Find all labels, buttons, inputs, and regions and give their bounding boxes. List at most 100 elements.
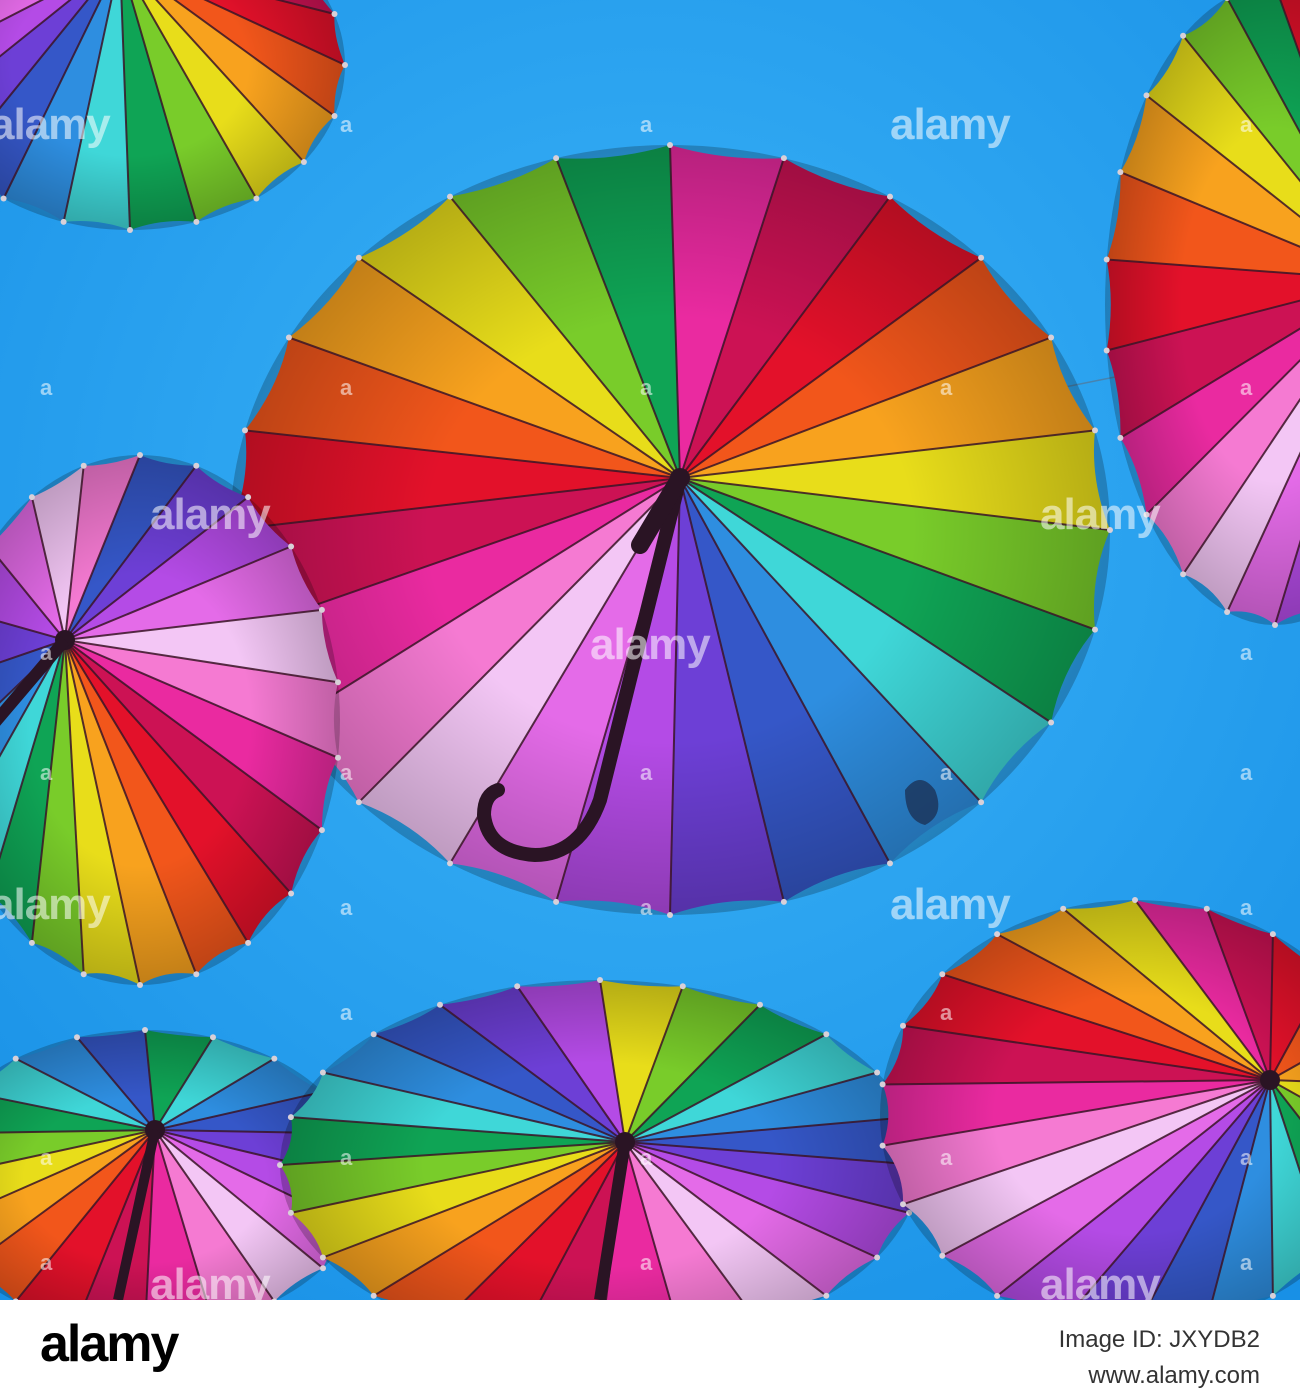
rib-tip bbox=[335, 755, 341, 761]
rib-tip bbox=[193, 971, 199, 977]
rib-tip bbox=[245, 940, 251, 946]
rib-tip bbox=[271, 1056, 277, 1062]
rib-tip bbox=[823, 1293, 829, 1299]
rib-tip bbox=[514, 983, 520, 989]
rib-tip bbox=[74, 1034, 80, 1040]
rib-tip bbox=[29, 940, 35, 946]
rib-tip bbox=[447, 860, 453, 866]
umbrella-photo bbox=[0, 0, 1300, 1300]
rib-tip bbox=[447, 194, 453, 200]
rib-tip bbox=[1272, 622, 1278, 628]
rib-tip bbox=[245, 494, 251, 500]
umbrella-scene bbox=[0, 0, 1300, 1300]
rib-tip bbox=[142, 1027, 148, 1033]
rib-tip bbox=[335, 679, 341, 685]
rib-tip bbox=[1270, 1293, 1276, 1299]
rib-tip bbox=[1104, 257, 1110, 263]
rib-tip bbox=[978, 255, 984, 261]
rib-tip bbox=[1180, 33, 1186, 39]
rib-tip bbox=[1117, 169, 1123, 175]
rib-tip bbox=[13, 1056, 19, 1062]
rib-tip bbox=[356, 255, 362, 261]
center-umbrella bbox=[227, 142, 1113, 918]
rib-tip bbox=[437, 1002, 443, 1008]
rib-tip bbox=[757, 1002, 763, 1008]
rib-tip bbox=[288, 1210, 294, 1216]
image-id-label: Image ID: JXYDB2 bbox=[1059, 1322, 1260, 1358]
rib-tip bbox=[1, 196, 7, 202]
rib-tip bbox=[1060, 906, 1066, 912]
rib-tip bbox=[319, 607, 325, 613]
rib-tip bbox=[553, 899, 559, 905]
rib-tip bbox=[597, 977, 603, 983]
rib-tip bbox=[994, 931, 1000, 937]
rib-tip bbox=[288, 891, 294, 897]
rib-tip bbox=[1132, 897, 1138, 903]
rib-tip bbox=[137, 452, 143, 458]
rib-tip bbox=[210, 1034, 216, 1040]
image-id-block: Image ID: JXYDB2 www.alamy.com bbox=[1059, 1322, 1260, 1394]
rib-tip bbox=[319, 827, 325, 833]
rib-tip bbox=[301, 159, 307, 165]
rib-tip bbox=[81, 971, 87, 977]
rib-tip bbox=[1107, 527, 1113, 533]
rib-tip bbox=[193, 219, 199, 225]
rib-tip bbox=[880, 1143, 886, 1149]
rib-tip bbox=[823, 1031, 829, 1037]
rib-tip bbox=[1270, 931, 1276, 937]
rib-tip bbox=[887, 194, 893, 200]
rib-tip bbox=[680, 983, 686, 989]
rib-tip bbox=[781, 899, 787, 905]
rib-tip bbox=[277, 1162, 283, 1168]
rib-tip bbox=[371, 1031, 377, 1037]
rib-tip bbox=[1180, 571, 1186, 577]
rib-tip bbox=[939, 971, 945, 977]
rib-tip bbox=[994, 1293, 1000, 1299]
rib-tip bbox=[1144, 512, 1150, 518]
rib-tip bbox=[332, 113, 338, 119]
image-url: www.alamy.com bbox=[1059, 1358, 1260, 1394]
rib-tip bbox=[137, 982, 143, 988]
rib-tip bbox=[553, 155, 559, 161]
rib-tip bbox=[1048, 335, 1054, 341]
rib-tip bbox=[356, 799, 362, 805]
rib-tip bbox=[1144, 92, 1150, 98]
rib-tip bbox=[874, 1255, 880, 1261]
rib-tip bbox=[887, 860, 893, 866]
rib-tip bbox=[1104, 348, 1110, 354]
rib-tip bbox=[900, 1201, 906, 1207]
rib-tip bbox=[320, 1255, 326, 1261]
rib-tip bbox=[781, 155, 787, 161]
rib-tip bbox=[1117, 435, 1123, 441]
alamy-logo: alamy bbox=[40, 1314, 177, 1374]
rib-tip bbox=[253, 196, 259, 202]
rib-tip bbox=[288, 1114, 294, 1120]
rib-tip bbox=[371, 1293, 377, 1299]
rib-tip bbox=[342, 62, 348, 68]
rib-tip bbox=[286, 335, 292, 341]
rib-tip bbox=[1204, 906, 1210, 912]
rib-tip bbox=[880, 1081, 886, 1087]
rib-tip bbox=[61, 219, 67, 225]
rib-tip bbox=[667, 142, 673, 148]
rib-tip bbox=[939, 1253, 945, 1259]
rib-tip bbox=[127, 227, 133, 233]
rib-tip bbox=[1092, 627, 1098, 633]
hub bbox=[1260, 1070, 1280, 1090]
rib-tip bbox=[1224, 609, 1230, 615]
rib-tip bbox=[978, 799, 984, 805]
rib-tip bbox=[332, 11, 338, 17]
rib-tip bbox=[874, 1070, 880, 1076]
rib-tip bbox=[320, 1070, 326, 1076]
rib-tip bbox=[1092, 427, 1098, 433]
rib-tip bbox=[667, 912, 673, 918]
rib-tip bbox=[81, 463, 87, 469]
rib-tip bbox=[242, 427, 248, 433]
rib-tip bbox=[288, 544, 294, 550]
rib-tip bbox=[900, 1023, 906, 1029]
rib-tip bbox=[320, 1265, 326, 1271]
footer-bar: alamy Image ID: JXYDB2 www.alamy.com bbox=[0, 1300, 1300, 1390]
rib-tip bbox=[193, 463, 199, 469]
rib-tip bbox=[29, 494, 35, 500]
rib-tip bbox=[1048, 720, 1054, 726]
